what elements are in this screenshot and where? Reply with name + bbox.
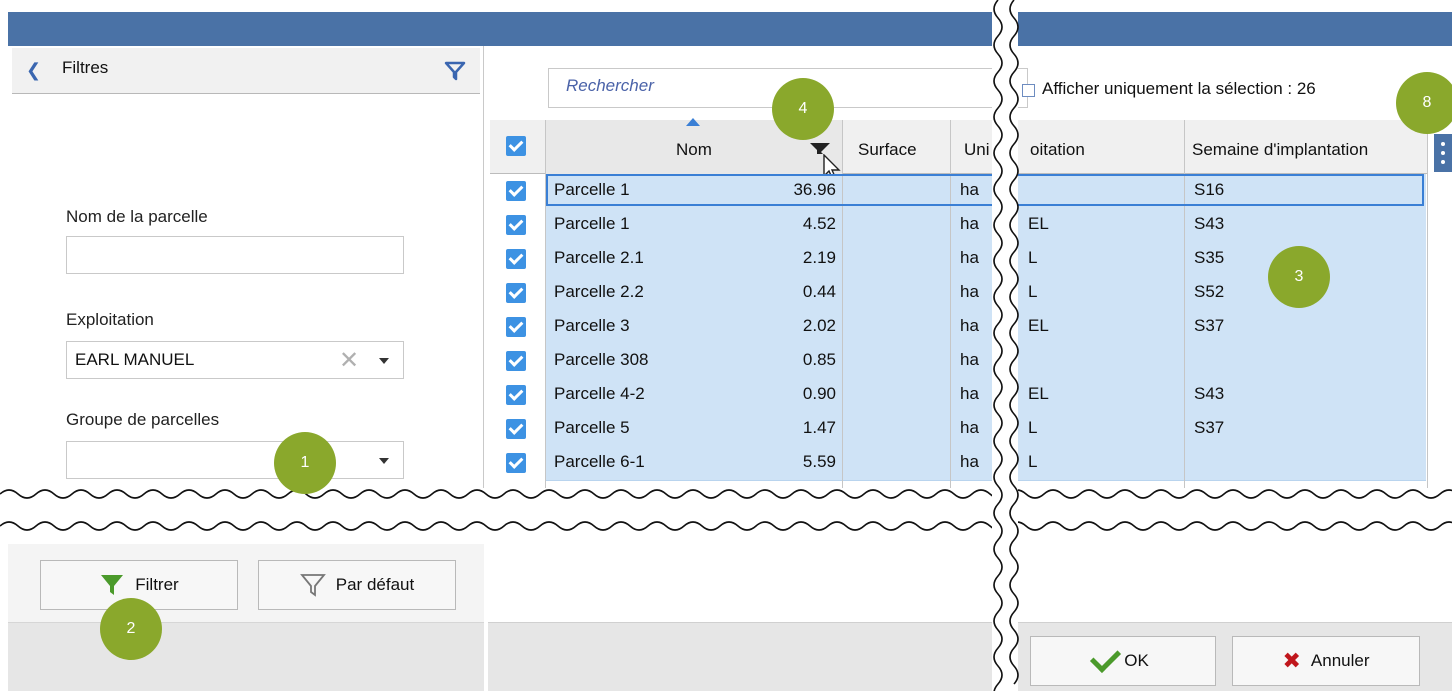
column-header-unite[interactable]: Uni bbox=[964, 140, 990, 160]
sort-ascending-icon bbox=[686, 118, 700, 126]
cancel-button-label: Annuler bbox=[1310, 651, 1370, 670]
exploitation-select[interactable]: EARL MANUEL ✕ bbox=[66, 341, 404, 379]
cell-nom: Parcelle 2.2 bbox=[554, 282, 644, 301]
callout-marker-4: 4 bbox=[772, 78, 834, 140]
cell-semaine: S35 bbox=[1194, 248, 1225, 267]
callout-marker-2: 2 bbox=[100, 598, 162, 660]
row-checkbox[interactable] bbox=[506, 181, 526, 201]
table-row[interactable] bbox=[546, 310, 1426, 345]
group-label: Groupe de parcelles bbox=[66, 410, 220, 429]
funnel-icon[interactable] bbox=[444, 60, 466, 87]
callout-marker-1: 1 bbox=[274, 432, 336, 494]
wavy-break-vertical bbox=[993, 0, 1019, 691]
filter-panel-title: Filtres bbox=[62, 58, 109, 77]
cell-expl: L bbox=[1028, 248, 1038, 267]
check-icon bbox=[1090, 641, 1122, 673]
exploitation-label: Exploitation bbox=[66, 310, 154, 329]
table-row[interactable] bbox=[546, 446, 1426, 481]
cell-semaine: S43 bbox=[1194, 384, 1225, 403]
collapse-chevron-icon[interactable]: ❮ bbox=[26, 60, 41, 81]
selection-only-label: Afficher uniquement la sélection : 26 bbox=[1042, 79, 1316, 98]
cell-nom: Parcelle 308 bbox=[554, 350, 649, 369]
group-select[interactable] bbox=[66, 441, 404, 479]
cell-semaine: S37 bbox=[1194, 418, 1225, 437]
funnel-outline-icon bbox=[299, 574, 326, 597]
cell-expl: L bbox=[1028, 418, 1038, 437]
cell-semaine: S43 bbox=[1194, 214, 1225, 233]
row-checkbox[interactable] bbox=[506, 215, 526, 235]
column-header-nom-label: Nom bbox=[676, 140, 712, 159]
cell-unite: ha bbox=[960, 282, 979, 301]
cancel-button[interactable]: ✖ Annuler bbox=[1232, 636, 1420, 686]
cell-surface: 0.90 bbox=[802, 384, 836, 403]
cell-unite: ha bbox=[960, 214, 979, 233]
column-separator bbox=[1427, 120, 1428, 500]
default-button[interactable]: Par défaut bbox=[258, 560, 456, 610]
row-checkbox[interactable] bbox=[506, 351, 526, 371]
cell-unite: ha bbox=[960, 248, 979, 267]
cell-surface: 0.44 bbox=[802, 282, 836, 301]
column-header-exploitation[interactable]: oitation bbox=[1030, 140, 1085, 160]
row-checkbox[interactable] bbox=[506, 419, 526, 439]
table-row[interactable] bbox=[546, 378, 1426, 413]
cell-expl: L bbox=[1028, 452, 1038, 471]
close-icon: ✖ bbox=[1282, 648, 1301, 673]
cell-unite: ha bbox=[960, 452, 979, 471]
more-options-icon[interactable] bbox=[1434, 134, 1452, 172]
row-checkbox[interactable] bbox=[506, 283, 526, 303]
cell-unite: ha bbox=[960, 418, 979, 437]
callout-marker-3: 3 bbox=[1268, 246, 1330, 308]
cell-surface: 2.19 bbox=[802, 248, 836, 267]
cell-semaine: S52 bbox=[1194, 282, 1225, 301]
cell-unite: ha bbox=[960, 316, 979, 335]
wavy-break-line bbox=[0, 489, 1452, 531]
select-all-checkbox[interactable] bbox=[506, 136, 526, 156]
ok-button-label: OK bbox=[1124, 651, 1149, 670]
table-row[interactable] bbox=[546, 412, 1426, 447]
cell-expl: EL bbox=[1028, 316, 1049, 335]
filter-button-label: Filtrer bbox=[135, 575, 179, 594]
cell-nom: Parcelle 3 bbox=[554, 316, 630, 335]
column-header-surface[interactable]: Surface bbox=[858, 140, 917, 160]
cell-nom: Parcelle 6-1 bbox=[554, 452, 645, 471]
row-checkbox[interactable] bbox=[506, 317, 526, 337]
cell-nom: Parcelle 2.1 bbox=[554, 248, 644, 267]
clear-icon[interactable]: ✕ bbox=[339, 346, 359, 375]
cell-unite: ha bbox=[960, 384, 979, 403]
cell-expl: L bbox=[1028, 282, 1038, 301]
chevron-down-icon[interactable] bbox=[379, 458, 389, 464]
column-header-semaine[interactable]: Semaine d'implantation bbox=[1192, 140, 1368, 160]
table-row[interactable] bbox=[546, 208, 1426, 243]
row-checkbox[interactable] bbox=[506, 385, 526, 405]
window-title-bar bbox=[8, 12, 1452, 46]
cell-surface: 0.85 bbox=[802, 350, 836, 369]
cell-surface: 5.59 bbox=[802, 452, 836, 471]
ok-button[interactable]: OK bbox=[1030, 636, 1216, 686]
chevron-down-icon[interactable] bbox=[379, 358, 389, 364]
table-row[interactable] bbox=[546, 344, 1426, 379]
cell-nom: Parcelle 1 bbox=[554, 214, 630, 233]
selection-only-checkbox[interactable] bbox=[1022, 84, 1035, 97]
focused-row-outline bbox=[546, 174, 1424, 206]
cell-nom: Parcelle 4-2 bbox=[554, 384, 645, 403]
cell-nom: Parcelle 5 bbox=[554, 418, 630, 437]
cell-surface: 1.47 bbox=[802, 418, 836, 437]
cell-surface: 2.02 bbox=[802, 316, 836, 335]
cell-unite: ha bbox=[960, 350, 979, 369]
cell-expl: EL bbox=[1028, 384, 1049, 403]
parcel-name-field[interactable] bbox=[66, 236, 404, 274]
parcel-name-label: Nom de la parcelle bbox=[66, 207, 208, 226]
row-checkbox[interactable] bbox=[506, 249, 526, 269]
exploitation-value: EARL MANUEL bbox=[75, 350, 195, 369]
cell-expl: EL bbox=[1028, 214, 1049, 233]
search-placeholder: Rechercher bbox=[566, 76, 654, 95]
cell-surface: 4.52 bbox=[802, 214, 836, 233]
mouse-cursor-icon bbox=[817, 148, 841, 181]
callout-marker-8: 8 bbox=[1396, 72, 1452, 134]
default-button-label: Par défaut bbox=[335, 575, 415, 594]
cell-semaine: S37 bbox=[1194, 316, 1225, 335]
row-checkbox[interactable] bbox=[506, 453, 526, 473]
funnel-green-icon bbox=[101, 575, 124, 595]
